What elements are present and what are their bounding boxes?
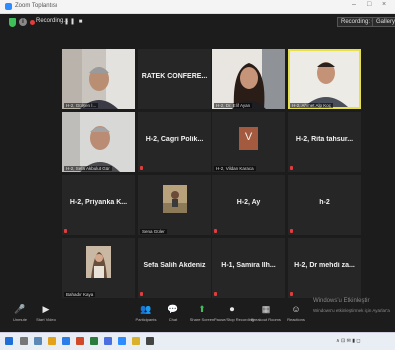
security-shield-icon[interactable] <box>9 18 16 27</box>
maximize-button[interactable]: □ <box>367 1 371 8</box>
participant-name: Sefa Salih Akdeniz <box>143 262 206 269</box>
activation-watermark: Windows'u Etkinleştir Windows'u etkinleş… <box>313 297 390 315</box>
participant-tile[interactable]: H-2, Sefa Akbulut Gür <box>62 112 135 172</box>
file-explorer-icon[interactable] <box>48 337 56 345</box>
word-icon[interactable] <box>104 337 112 345</box>
participant-tile[interactable]: V H-2, Vildan Karaca <box>212 112 285 172</box>
participant-name-label: Bahadır Kaya <box>64 292 96 297</box>
watermark-subtitle: Windows'u etkinleştirmek için Ayarlar'a <box>313 308 390 313</box>
participant-tile[interactable]: Bahadır Kaya <box>62 238 135 298</box>
meeting-area: i Recording... ❚❚ ■ Recording: 01:02 Gal… <box>0 14 395 304</box>
participant-video <box>290 51 359 107</box>
zoom-logo-icon <box>5 3 12 10</box>
participant-tile[interactable]: h-2 <box>288 175 361 235</box>
participant-tile[interactable]: Sefa Salih Akdeniz <box>138 238 211 298</box>
reactions-button[interactable]: ☺ Reactions <box>278 304 314 322</box>
recording-icon: ⏺ <box>229 304 235 314</box>
app-icon[interactable] <box>146 337 154 345</box>
recording-controls[interactable]: ❚❚ ■ <box>64 18 83 25</box>
meeting-top-bar: i Recording... ❚❚ ■ Recording: 01:02 Gal… <box>0 14 395 31</box>
participant-name-label: Sena Güler <box>140 229 167 234</box>
participant-name: H-2, Ay <box>236 199 261 206</box>
start-video-label: Start Video <box>36 317 56 322</box>
participant-name: H-2, Cagri Polik... <box>145 136 204 143</box>
muted-mic-icon <box>290 229 293 233</box>
participant-name: h-2 <box>319 199 330 206</box>
participant-video <box>62 112 135 172</box>
participant-name: H-2, Rita tahsur... <box>295 136 354 143</box>
participant-video <box>62 49 135 109</box>
profile-picture <box>163 185 187 213</box>
muted-mic-icon <box>140 166 143 170</box>
participant-video <box>212 49 285 109</box>
reactions-icon: ☺ <box>291 304 301 314</box>
participant-name-label: H-2, Ahmet Alp Koç <box>290 103 334 108</box>
participant-name: H-1, Samira Ilh... <box>221 262 276 269</box>
excel-icon[interactable] <box>90 337 98 345</box>
muted-mic-icon <box>214 292 217 296</box>
zoom-taskbar-icon[interactable] <box>118 337 126 345</box>
close-button[interactable]: × <box>382 1 386 8</box>
start-video-button[interactable]: ▶ Start Video <box>28 304 64 322</box>
participant-tile-active-speaker[interactable]: H-2, Ahmet Alp Koç <box>288 49 361 109</box>
muted-mic-icon <box>140 292 143 296</box>
reactions-label: Reactions <box>287 317 305 322</box>
participant-tile[interactable]: H-2, Rita tahsur... <box>288 112 361 172</box>
office-icon[interactable] <box>76 337 84 345</box>
avatar-initial: V <box>244 131 253 143</box>
muted-mic-icon <box>290 292 293 296</box>
window-title: Zoom Toplantısı <box>15 3 58 9</box>
edge-browser-icon[interactable] <box>62 337 70 345</box>
profile-picture <box>86 246 111 278</box>
participant-name-label: H-2, Vildan Karaca <box>214 166 256 171</box>
participant-name: RATEK CONFERE... <box>141 73 208 80</box>
zoom-window: Zoom Toplantısı – □ × i Recording... ❚❚ … <box>0 0 395 350</box>
watermark-title: Windows'u Etkinleştir <box>313 298 370 304</box>
participant-name-label: H-2, Dr. Elif Ayan <box>214 103 253 108</box>
gallery-grid: H-2, Gülşen İ... RATEK CONFERE... H-2, D… <box>62 49 362 305</box>
task-view-icon[interactable] <box>34 337 42 345</box>
minimize-button[interactable]: – <box>352 1 356 8</box>
title-bar: Zoom Toplantısı – □ × <box>0 0 395 14</box>
participant-tile[interactable]: H-2, Priyanka K... <box>62 175 135 235</box>
participant-tile[interactable]: H-2, Dr. Elif Ayan <box>212 49 285 109</box>
participant-tile[interactable]: Sena Güler <box>138 175 211 235</box>
video-icon: ▶ <box>42 304 50 314</box>
search-icon[interactable] <box>20 337 28 345</box>
participant-tile[interactable]: H-2, Ay <box>212 175 285 235</box>
participant-tile[interactable]: H-2, Dr mehdi za... <box>288 238 361 298</box>
view-button[interactable]: Gallery <box>372 17 395 27</box>
participant-tile[interactable]: H-2, Gülşen İ... <box>62 49 135 109</box>
participant-name: H-2, Dr mehdi za... <box>294 262 355 269</box>
meeting-info-icon[interactable]: i <box>19 18 27 26</box>
muted-mic-icon <box>64 229 67 233</box>
folder-icon[interactable] <box>132 337 140 345</box>
muted-mic-icon <box>290 166 293 170</box>
participant-tile[interactable]: RATEK CONFERE... <box>138 49 211 109</box>
participant-tile[interactable]: H-1, Samira Ilh... <box>212 238 285 298</box>
participant-name: H-2, Priyanka K... <box>69 199 128 206</box>
start-menu-icon[interactable] <box>5 337 13 345</box>
recording-label: Pause/Stop Recording <box>214 317 255 322</box>
pause-stop-recording-button[interactable]: ⏺ Pause/Stop Recording <box>214 304 255 322</box>
recording-dot-icon <box>30 20 35 25</box>
participant-name-label: H-2, Gülşen İ... <box>64 103 99 108</box>
system-tray[interactable]: ∧ ⊡ ✉ ▮ ◻ <box>336 338 361 344</box>
participant-name-label: H-2, Sefa Akbulut Gür <box>64 166 112 171</box>
windows-taskbar: ∧ ⊡ ✉ ▮ ◻ <box>0 332 395 350</box>
participant-tile[interactable]: H-2, Cagri Polik... <box>138 112 211 172</box>
muted-mic-icon <box>214 229 217 233</box>
